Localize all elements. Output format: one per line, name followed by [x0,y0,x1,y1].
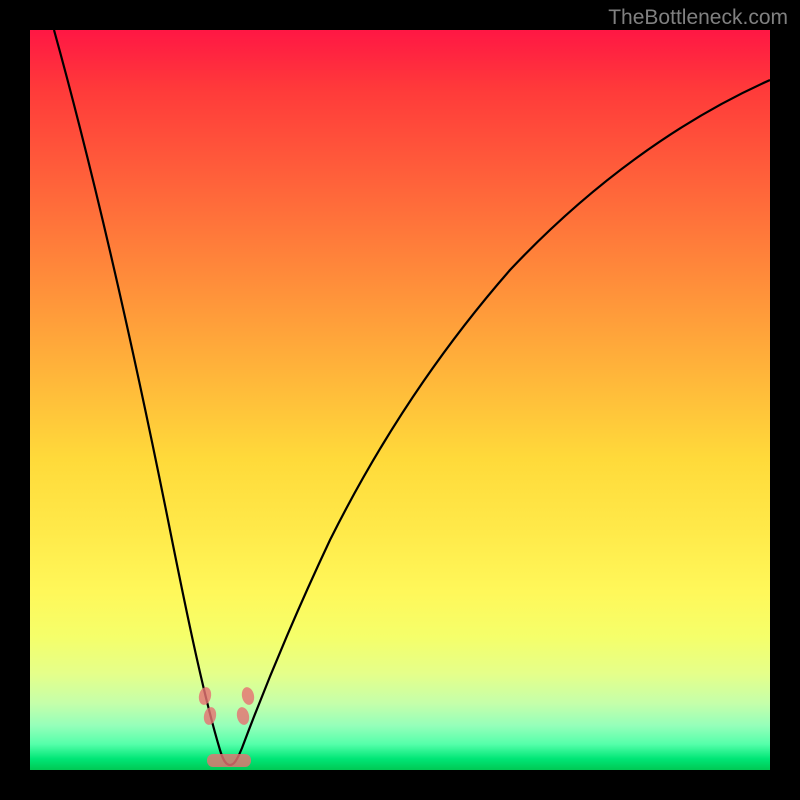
marker-bottom-bar [207,754,251,767]
marker-left-upper [197,686,212,706]
chart-svg [30,30,770,770]
marker-right-lower [235,706,250,726]
marker-left-lower [202,706,217,726]
bottleneck-curve [54,30,770,765]
watermark-text: TheBottleneck.com [608,6,788,30]
marker-right-upper [240,686,255,706]
marker-group [197,686,255,767]
chart-plot-area [30,30,770,770]
